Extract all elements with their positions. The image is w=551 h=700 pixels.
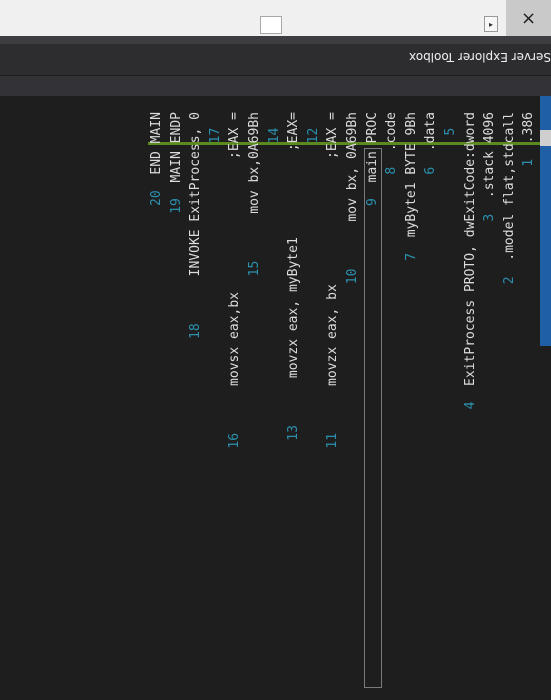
code-line[interactable]: 16 movsx eax,bx ;EAX = (226, 112, 244, 449)
line-number: 16 (227, 417, 243, 449)
line-number: 20 (149, 174, 164, 206)
line-number: 18 (188, 307, 204, 339)
tab-server-explorer[interactable]: Server Explorer (458, 47, 551, 67)
code-line[interactable]: 12 (305, 112, 323, 144)
line-number: 2 (501, 260, 517, 293)
code-text: END MAIN (149, 112, 164, 175)
expand-arrow-icon[interactable]: ▸ (484, 16, 498, 32)
code-line[interactable]: 11 movzx eax, bx ;EAX = (324, 112, 342, 449)
line-number: 17 (207, 112, 223, 144)
code-text: MAIN ENDP (168, 112, 184, 183)
code-text: movzx eax, bx ;EAX = (325, 112, 341, 418)
code-text: mov bx, 0A69Bh (345, 112, 360, 253)
editor-header-strip (0, 76, 551, 96)
code-text: myByte1 BYTE 9Bh (403, 112, 419, 238)
code-line[interactable]: 14 (266, 112, 284, 144)
line-number: 6 (423, 151, 439, 183)
line-number: 7 (403, 237, 419, 269)
close-icon: × (520, 7, 537, 29)
line-number: 3 (482, 198, 498, 230)
line-number: 19 (168, 182, 184, 214)
line-number: 1 (521, 143, 537, 175)
code-line[interactable]: 19 MAIN ENDP (168, 112, 186, 214)
fold-marker-icon (540, 130, 551, 146)
code-text: .386 (521, 112, 537, 144)
line-number: 10 (345, 252, 360, 285)
text-caret (363, 148, 382, 688)
code-line[interactable]: 7 myByte1 BYTE 9Bh (403, 112, 421, 269)
code-line[interactable]: 15 mov bx,0A69Bh (246, 112, 264, 276)
code-text: .stack 4096 (482, 112, 498, 199)
code-line[interactable]: 8 .code (383, 112, 401, 182)
code-text: .data (423, 112, 439, 152)
window-chrome: ▸ × (0, 0, 551, 37)
code-line[interactable]: 17 (207, 112, 225, 144)
search-input[interactable] (260, 16, 282, 34)
line-number: 11 (325, 417, 341, 449)
line-number: 4 (462, 385, 478, 418)
code-text: ExitProcess PROTO, dwExitCode:dword (462, 112, 478, 386)
line-number: 15 (247, 245, 262, 277)
code-line[interactable]: 13 movzx eax, myByte1 ;EAX= (285, 112, 303, 441)
code-line[interactable]: 20 END MAIN (148, 112, 166, 206)
code-text: movzx eax, myByte1 ;EAX= (286, 112, 302, 410)
code-line[interactable]: 5 (442, 112, 460, 143)
code-text: .code (384, 112, 400, 152)
line-number: 13 (286, 409, 302, 441)
code-line[interactable]: 4 ExitProcess PROTO, dwExitCode:dword (462, 112, 480, 417)
code-text: mov bx,0A69Bh (247, 112, 262, 246)
line-number: 8 (384, 151, 400, 183)
close-button[interactable]: × (506, 0, 551, 36)
code-line[interactable]: 10 mov bx, 0A69Bh (344, 112, 362, 284)
code-line[interactable]: 2 .model flat,stdcall (501, 112, 519, 292)
code-line[interactable]: 3 .stack 4096 (481, 112, 499, 229)
tab-bar-border (0, 36, 551, 44)
code-line[interactable]: 1 .386 (520, 112, 538, 175)
code-text: movsx eax,bx ;EAX = (227, 112, 243, 418)
code-line[interactable]: 6 .data (422, 112, 440, 182)
code-text: .model flat,stdcall (501, 112, 517, 261)
code-line[interactable]: 18 INVOKE ExitProcess, 0 (187, 112, 205, 339)
line-number: 5 (443, 112, 458, 144)
code-lines[interactable]: 1 .386 2 .model flat,stdcall 3 .stack 40… (148, 112, 540, 688)
line-number: 14 (266, 112, 282, 144)
code-text: INVOKE ExitProcess, 0 (188, 112, 204, 308)
line-number: 12 (305, 112, 321, 144)
tab-toolbox[interactable]: Toolbox (409, 47, 454, 67)
